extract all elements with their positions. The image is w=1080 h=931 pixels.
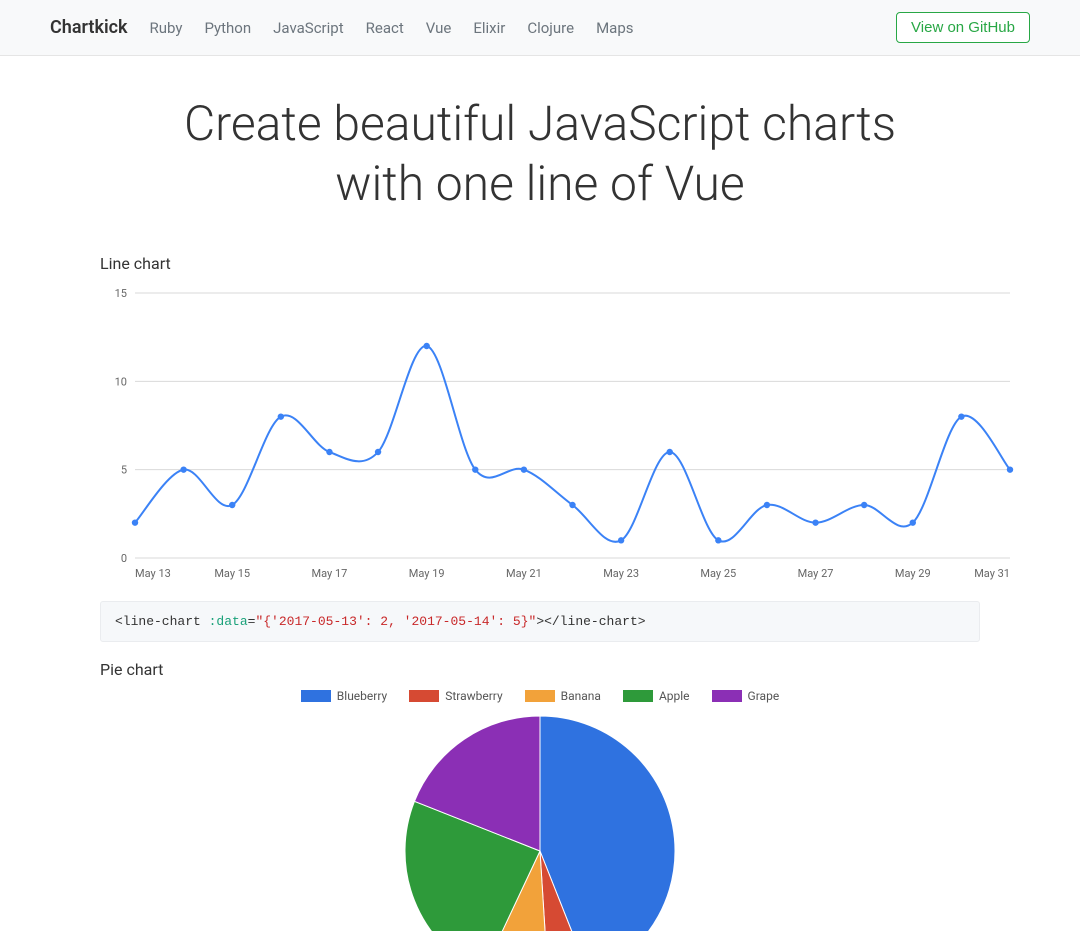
nav-link-react[interactable]: React	[366, 19, 404, 37]
hero-heading: Create beautiful JavaScript charts with …	[100, 94, 980, 214]
svg-text:May 23: May 23	[603, 567, 639, 580]
svg-text:5: 5	[121, 464, 127, 477]
nav-link-maps[interactable]: Maps	[596, 19, 633, 37]
code-mid: >	[536, 614, 544, 629]
legend-item[interactable]: Strawberry	[409, 689, 502, 703]
legend-swatch	[525, 690, 555, 702]
svg-text:May 27: May 27	[798, 567, 834, 580]
legend-label: Apple	[659, 689, 690, 703]
legend-swatch	[409, 690, 439, 702]
line-chart: 0 5 10 15 May 13 May 15 May 17 May 19 May 21 May …	[100, 283, 980, 587]
svg-text:May 21: May 21	[506, 567, 542, 580]
svg-text:May 31: May 31	[974, 567, 1010, 580]
svg-text:15: 15	[115, 287, 127, 300]
legend-label: Blueberry	[337, 689, 387, 703]
pie-chart	[100, 711, 980, 891]
nav-link-elixir[interactable]: Elixir	[473, 19, 505, 37]
nav-link-python[interactable]: Python	[204, 19, 251, 37]
nav-link-ruby[interactable]: Ruby	[150, 19, 183, 37]
legend-label: Banana	[561, 689, 601, 703]
navbar: Chartkick Ruby Python JavaScript React V…	[0, 0, 1080, 56]
pie-chart-title: Pie chart	[100, 660, 980, 679]
code-val: "{'2017-05-13': 2, '2017-05-14': 5}"	[255, 614, 536, 629]
hero-line-1: Create beautiful JavaScript charts	[184, 95, 896, 152]
nav-link-javascript[interactable]: JavaScript	[273, 19, 343, 37]
main-content: Create beautiful JavaScript charts with …	[50, 56, 1030, 931]
code-close: </line-chart>	[544, 614, 645, 629]
legend-item[interactable]: Blueberry	[301, 689, 387, 703]
view-on-github-button[interactable]: View on GitHub	[896, 12, 1030, 43]
legend-swatch	[623, 690, 653, 702]
legend-item[interactable]: Grape	[712, 689, 780, 703]
line-chart-title: Line chart	[100, 254, 980, 273]
nav-link-vue[interactable]: Vue	[426, 19, 452, 37]
nav-left: Chartkick Ruby Python JavaScript React V…	[50, 17, 633, 38]
pie-legend: Blueberry Strawberry Banana Apple Grape	[100, 689, 980, 703]
svg-text:May 25: May 25	[700, 567, 736, 580]
hero-line-2: with one line of Vue	[335, 155, 744, 212]
pie-slice[interactable]	[540, 716, 675, 931]
svg-text:10: 10	[115, 375, 127, 388]
svg-text:May 19: May 19	[409, 567, 445, 580]
legend-label: Strawberry	[445, 689, 502, 703]
brand[interactable]: Chartkick	[50, 17, 128, 38]
legend-item[interactable]: Apple	[623, 689, 690, 703]
legend-swatch	[712, 690, 742, 702]
line-chart-svg: 0 5 10 15 May 13 May 15 May 17 May 19 May 21 May …	[100, 283, 1020, 583]
nav-link-clojure[interactable]: Clojure	[527, 19, 574, 37]
code-open: <line-chart	[115, 614, 209, 629]
svg-text:0: 0	[121, 552, 127, 565]
legend-swatch	[301, 690, 331, 702]
code-snippet: <line-chart :data="{'2017-05-13': 2, '20…	[100, 601, 980, 642]
svg-text:May 17: May 17	[312, 567, 348, 580]
legend-label: Grape	[748, 689, 780, 703]
legend-item[interactable]: Banana	[525, 689, 601, 703]
svg-text:May 29: May 29	[895, 567, 931, 580]
svg-text:May 15: May 15	[214, 567, 250, 580]
code-attr: :data	[209, 614, 248, 629]
pie-chart-svg	[390, 711, 690, 891]
svg-text:May 13: May 13	[135, 567, 171, 580]
